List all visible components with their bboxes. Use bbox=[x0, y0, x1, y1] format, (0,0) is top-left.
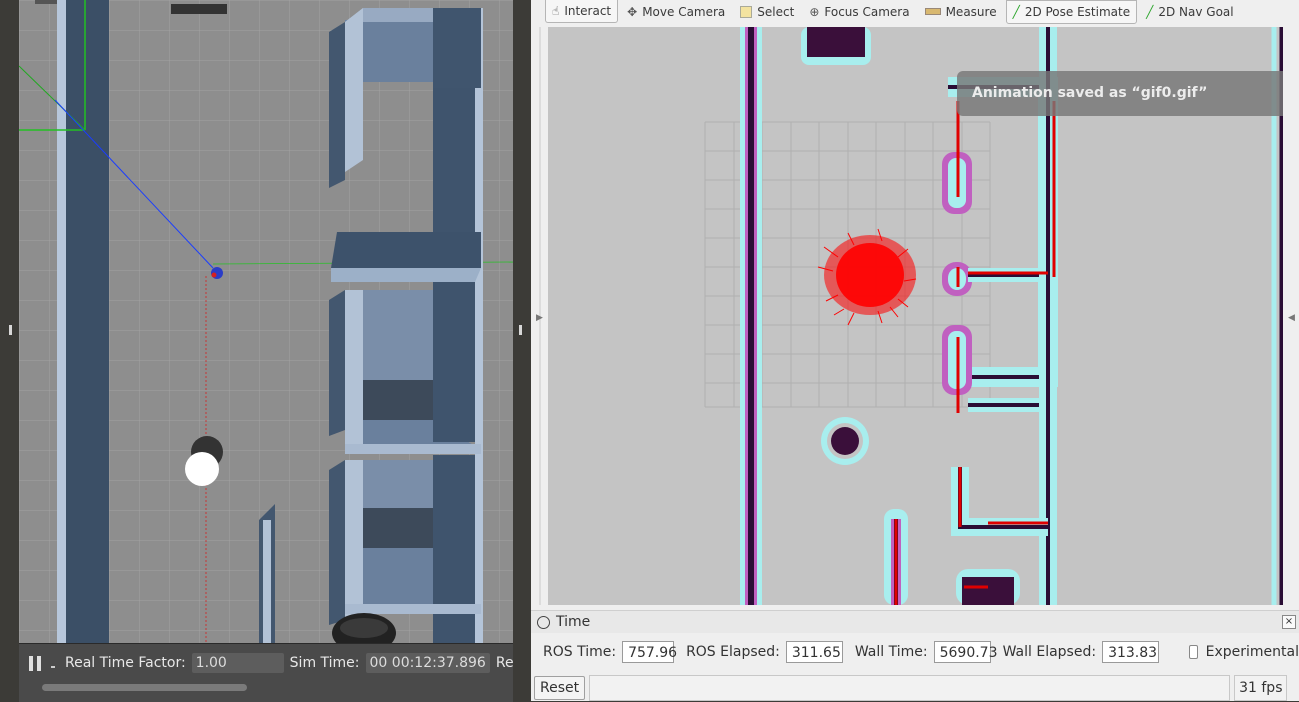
rviz-toolbar: ☝ Interact ✥ Move Camera Select ⊕ Focus … bbox=[531, 0, 1299, 24]
ros-elapsed-field[interactable]: 311.65 bbox=[785, 641, 843, 663]
ruler-icon bbox=[924, 8, 941, 15]
animation-saved-toast: Animation saved as “gif0.gif” bbox=[957, 71, 1283, 116]
wall-time-label: Wall Time: bbox=[854, 644, 928, 660]
tool-2d-nav-goal[interactable]: ╱ 2D Nav Goal bbox=[1140, 1, 1240, 23]
tool-focus-camera-label: Focus Camera bbox=[824, 4, 910, 19]
close-icon[interactable]: × bbox=[1282, 615, 1296, 629]
pause-button[interactable] bbox=[29, 655, 41, 671]
tool-2d-pose-estimate[interactable]: ╱ 2D Pose Estimate bbox=[1005, 0, 1138, 24]
tool-2d-pose-estimate-label: 2D Pose Estimate bbox=[1024, 4, 1131, 19]
window-divider bbox=[513, 0, 531, 701]
rtf-value: 1.00 bbox=[191, 653, 284, 673]
status-message-field bbox=[589, 674, 1231, 701]
wall-time-field[interactable]: 5690.73 bbox=[933, 641, 998, 663]
nav-goal-arrow-icon: ╱ bbox=[1146, 4, 1154, 19]
tool-select-label: Select bbox=[757, 4, 795, 19]
splitter-handle-2[interactable] bbox=[519, 325, 522, 335]
time-panel-row: ROS Time: 757.96 ROS Elapsed: 311.65 Wal… bbox=[531, 638, 1299, 666]
gazebo-window: Real Time Factor: 1.00 Sim Time: 00 00:1… bbox=[19, 0, 526, 702]
wall-elapsed-label: Wall Elapsed: bbox=[1002, 644, 1097, 660]
chevron-left-icon: ◀ bbox=[1288, 313, 1295, 323]
splitter-handle[interactable] bbox=[9, 325, 12, 335]
tool-measure-label: Measure bbox=[945, 4, 997, 19]
left-panel-strip bbox=[0, 0, 19, 701]
ros-time-field[interactable]: 757.96 bbox=[622, 641, 677, 663]
chevron-right-icon: ▶ bbox=[536, 313, 543, 323]
sim-time-value: 00 00:12:37.896 bbox=[365, 653, 490, 673]
tool-select[interactable]: Select bbox=[734, 1, 800, 23]
tool-interact-label: Interact bbox=[564, 4, 612, 18]
tool-measure[interactable]: Measure bbox=[919, 1, 1003, 23]
rviz-status-bar: Reset 31 fps bbox=[531, 674, 1299, 701]
gazebo-3d-view[interactable] bbox=[19, 0, 513, 643]
step-button[interactable] bbox=[51, 666, 55, 668]
ros-elapsed-label: ROS Elapsed: bbox=[686, 644, 780, 660]
clock-icon bbox=[537, 615, 550, 629]
select-icon bbox=[740, 5, 753, 18]
tool-move-camera-label: Move Camera bbox=[642, 4, 726, 19]
tool-move-camera[interactable]: ✥ Move Camera bbox=[621, 1, 731, 23]
rviz-3d-view[interactable]: Animation saved as “gif0.gif” bbox=[548, 27, 1283, 605]
tool-2d-nav-goal-label: 2D Nav Goal bbox=[1158, 4, 1234, 19]
left-dock-toggle[interactable]: ▶ bbox=[531, 27, 548, 605]
rviz-window: ☝ Interact ✥ Move Camera Select ⊕ Focus … bbox=[531, 0, 1299, 701]
sphere-obstacle bbox=[185, 452, 219, 486]
wall-elapsed-field[interactable]: 313.83 bbox=[1102, 641, 1160, 663]
time-panel-title: Time bbox=[556, 614, 591, 630]
sim-time-label: Sim Time: bbox=[289, 655, 360, 671]
ros-time-label: ROS Time: bbox=[543, 644, 617, 660]
gazebo-scene bbox=[19, 0, 513, 643]
move-camera-icon: ✥ bbox=[627, 4, 638, 19]
tool-focus-camera[interactable]: ⊕ Focus Camera bbox=[803, 1, 915, 23]
gazebo-horizontal-scrollbar[interactable] bbox=[42, 684, 247, 691]
reset-button[interactable]: Reset bbox=[534, 675, 586, 700]
tool-interact[interactable]: ☝ Interact bbox=[545, 0, 619, 23]
experimental-checkbox[interactable] bbox=[1189, 645, 1198, 659]
focus-camera-icon: ⊕ bbox=[809, 4, 820, 19]
fps-display: 31 fps bbox=[1234, 674, 1288, 701]
pose-arrow-icon: ╱ bbox=[1012, 4, 1020, 19]
time-panel-header: Time × bbox=[531, 610, 1299, 633]
experimental-label: Experimental bbox=[1205, 644, 1299, 660]
rtf-label: Real Time Factor: bbox=[65, 655, 186, 671]
right-dock-toggle[interactable]: ◀ bbox=[1283, 27, 1299, 605]
hand-icon: ☝ bbox=[552, 4, 560, 18]
gazebo-status-bar: Real Time Factor: 1.00 Sim Time: 00 00:1… bbox=[19, 643, 526, 702]
